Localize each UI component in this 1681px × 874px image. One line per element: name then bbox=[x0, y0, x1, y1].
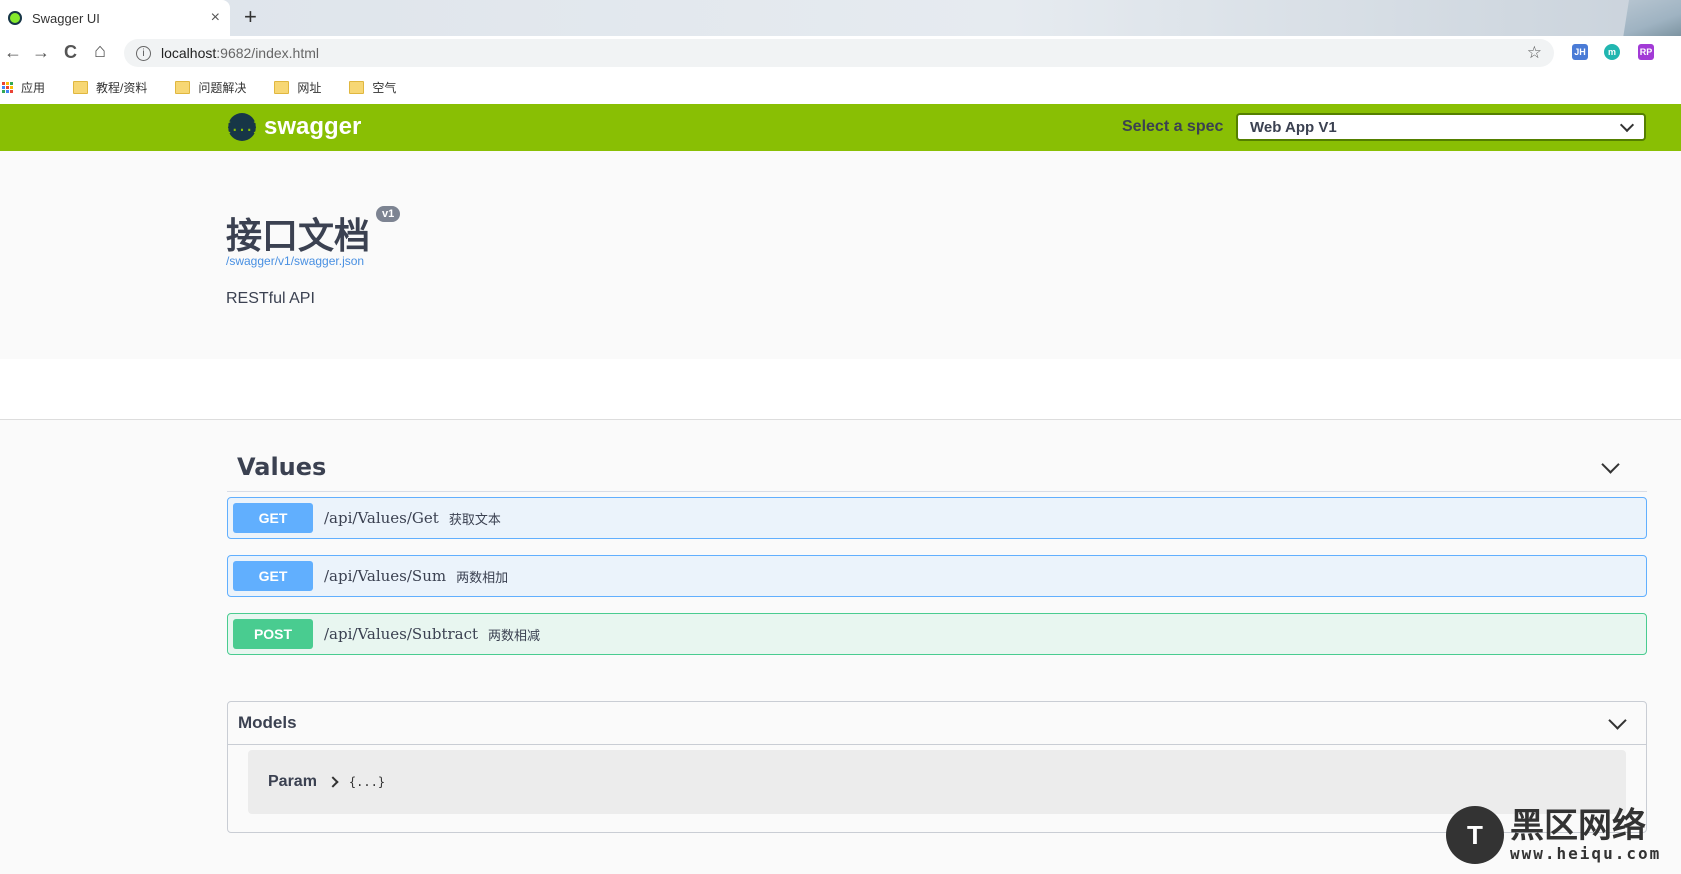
back-icon[interactable]: ← bbox=[4, 42, 22, 63]
extension-jh-icon[interactable]: JH bbox=[1572, 44, 1588, 60]
url-host: localhost bbox=[161, 45, 217, 61]
scheme-container bbox=[0, 359, 1681, 420]
folder-icon bbox=[274, 80, 290, 94]
folder-icon bbox=[349, 80, 365, 94]
operation-path: /api/Values/Get bbox=[324, 509, 439, 527]
watermark-text: 黑区网络 bbox=[1510, 805, 1646, 846]
browser-tabstrip: Swagger UI × + bbox=[0, 0, 1681, 36]
bookmark-folder[interactable]: 空气 bbox=[349, 79, 396, 96]
operation-path: /api/Values/Sum bbox=[324, 567, 447, 585]
tab-title: Swagger UI bbox=[32, 10, 100, 26]
new-tab-button[interactable]: + bbox=[244, 4, 257, 30]
address-bar-row: ← → C ⌂ i localhost:9682/index.html ☆ bbox=[0, 36, 1681, 70]
api-title: 接口文档 bbox=[226, 216, 371, 257]
url-text: localhost:9682/index.html bbox=[161, 45, 1527, 61]
bookmark-label: 网址 bbox=[297, 80, 322, 95]
method-badge: GET bbox=[233, 503, 313, 533]
chevron-right-icon bbox=[327, 776, 339, 788]
operation-summary: 两数相减 bbox=[488, 627, 541, 643]
operation-post-values-subtract[interactable]: POST /api/Values/Subtract 两数相减 bbox=[227, 613, 1647, 655]
bookmark-label: 空气 bbox=[372, 80, 397, 95]
reload-icon[interactable]: C bbox=[64, 42, 77, 63]
url-path: :9682/index.html bbox=[216, 45, 319, 61]
operation-summary: 两数相加 bbox=[456, 569, 509, 585]
spec-json-link[interactable]: /swagger/v1/swagger.json bbox=[226, 254, 364, 268]
operation-path: /api/Values/Subtract bbox=[324, 625, 479, 643]
tab-close-icon[interactable]: × bbox=[211, 9, 220, 27]
watermark-url: www.heiqu.com bbox=[1510, 843, 1662, 863]
bookmark-apps[interactable]: 应用 bbox=[2, 79, 45, 96]
swagger-topbar: {...} swagger Select a spec Web App V1 bbox=[0, 104, 1681, 151]
bookmark-folder[interactable]: 教程/资料 bbox=[73, 79, 147, 96]
home-icon[interactable]: ⌂ bbox=[94, 40, 106, 63]
swagger-logo-icon: {...} bbox=[224, 113, 260, 141]
url-input[interactable]: i localhost:9682/index.html ☆ bbox=[124, 39, 1554, 67]
model-param[interactable]: Param {...} bbox=[248, 750, 1626, 814]
browser-tab[interactable]: Swagger UI × bbox=[0, 0, 230, 36]
method-badge: GET bbox=[233, 561, 313, 591]
folder-icon bbox=[73, 80, 89, 94]
operation-get-values-get[interactable]: GET /api/Values/Get 获取文本 bbox=[227, 497, 1647, 539]
spec-select-value: Web App V1 bbox=[1250, 118, 1337, 136]
bookmark-folder[interactable]: 网址 bbox=[274, 79, 321, 96]
method-badge: POST bbox=[233, 619, 313, 649]
folder-icon bbox=[175, 80, 191, 94]
bookmarks-bar: 应用 教程/资料 问题解决 网址 空气 bbox=[0, 70, 1681, 104]
watermark-logo-icon: T bbox=[1446, 806, 1504, 864]
chevron-down-icon bbox=[1601, 454, 1620, 474]
spec-select-label: Select a spec bbox=[1122, 118, 1224, 135]
tag-name: Values bbox=[237, 453, 327, 481]
spec-select[interactable]: Web App V1 bbox=[1236, 113, 1646, 141]
site-info-icon[interactable]: i bbox=[136, 45, 151, 61]
swagger-logo[interactable]: {...} swagger bbox=[224, 113, 362, 141]
model-name: Param bbox=[268, 773, 317, 790]
models-header[interactable]: Models bbox=[228, 702, 1646, 745]
bookmark-label: 应用 bbox=[21, 80, 46, 95]
extension-rp-icon[interactable]: RP bbox=[1638, 44, 1654, 60]
tag-header-values[interactable]: Values bbox=[227, 443, 1647, 492]
operation-get-values-sum[interactable]: GET /api/Values/Sum 两数相加 bbox=[227, 555, 1647, 597]
extension-m-icon[interactable]: m bbox=[1604, 44, 1620, 60]
models-title: Models bbox=[238, 713, 297, 732]
operation-summary: 获取文本 bbox=[448, 511, 501, 527]
site-watermark: T 黑区网络 www.heiqu.com bbox=[1446, 806, 1661, 864]
bookmark-label: 教程/资料 bbox=[96, 80, 148, 95]
api-description: RESTful API bbox=[226, 290, 315, 307]
bookmark-folder[interactable]: 问题解决 bbox=[175, 79, 246, 96]
forward-icon[interactable]: → bbox=[32, 42, 50, 63]
models-section: Models Param {...} bbox=[227, 701, 1647, 833]
model-preview: {...} bbox=[348, 775, 386, 789]
chevron-down-icon bbox=[1608, 710, 1627, 730]
version-badge: v1 bbox=[376, 206, 401, 222]
bookmark-star-icon[interactable]: ☆ bbox=[1527, 43, 1542, 63]
swagger-logo-text: swagger bbox=[264, 113, 362, 140]
apps-grid-icon bbox=[2, 81, 13, 93]
api-info: 接口文档 v1 /swagger/v1/swagger.json RESTful… bbox=[0, 151, 1681, 360]
swagger-favicon-icon bbox=[8, 11, 22, 25]
bookmark-label: 问题解决 bbox=[198, 80, 247, 95]
chevron-down-icon bbox=[1619, 117, 1635, 133]
